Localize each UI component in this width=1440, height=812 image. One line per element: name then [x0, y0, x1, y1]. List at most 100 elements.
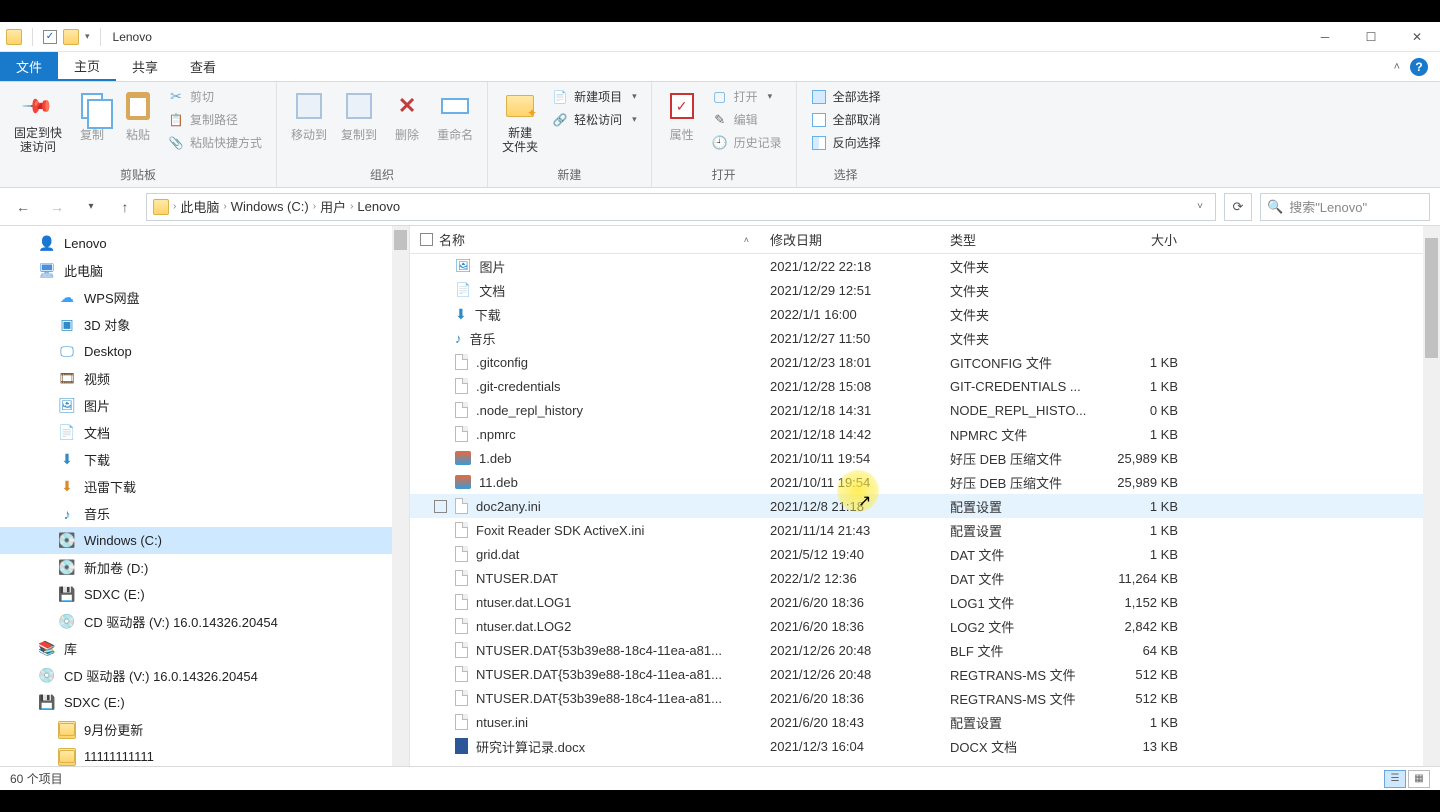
file-row[interactable]: NTUSER.DAT{53b39e88-18c4-11ea-a81...2021…: [410, 638, 1440, 662]
file-row[interactable]: ntuser.dat.LOG12021/6/20 18:36LOG1 文件1,1…: [410, 590, 1440, 614]
tab-home[interactable]: 主页: [58, 52, 116, 81]
tree-item[interactable]: ♪音乐: [0, 500, 409, 527]
file-row[interactable]: .gitconfig2021/12/23 18:01GITCONFIG 文件1 …: [410, 350, 1440, 374]
details-view-button[interactable]: ☰: [1384, 770, 1406, 788]
tab-file[interactable]: 文件: [0, 52, 58, 81]
tree-item[interactable]: 9月份更新: [0, 716, 409, 743]
copyto-button[interactable]: 复制到: [335, 86, 383, 147]
collapse-ribbon-icon[interactable]: ˄: [1394, 61, 1400, 73]
moveto-button[interactable]: 移动到: [285, 86, 333, 147]
cut-button[interactable]: ✂剪切: [162, 86, 268, 107]
up-button[interactable]: ↑: [112, 194, 138, 220]
minimize-button[interactable]: ─: [1302, 22, 1348, 52]
file-row[interactable]: Foxit Reader SDK ActiveX.ini2021/11/14 2…: [410, 518, 1440, 542]
delete-button[interactable]: ✕删除: [385, 86, 429, 147]
file-row[interactable]: doc2any.ini2021/12/8 21:18配置设置1 KB: [410, 494, 1440, 518]
edit-button[interactable]: ✎编辑: [706, 109, 788, 130]
tree-item[interactable]: 📄文档: [0, 419, 409, 446]
scrollbar[interactable]: [1423, 226, 1440, 766]
breadcrumb[interactable]: Windows (C:)›: [231, 199, 316, 214]
forward-button[interactable]: →: [44, 194, 70, 220]
selectnone-button[interactable]: 全部取消: [805, 109, 887, 130]
open-button[interactable]: ▢打开: [706, 86, 788, 107]
copy-button[interactable]: 复制: [70, 86, 114, 147]
invertsel-button[interactable]: 反向选择: [805, 132, 887, 153]
breadcrumb[interactable]: Lenovo: [357, 199, 400, 214]
selectall-button[interactable]: 全部选择: [805, 86, 887, 107]
qat-checkbox[interactable]: ✓: [43, 30, 57, 44]
breadcrumb[interactable]: 用户›: [320, 197, 353, 216]
file-row[interactable]: NTUSER.DAT2022/1/2 12:36DAT 文件11,264 KB: [410, 566, 1440, 590]
tree-item[interactable]: ⬇下载: [0, 446, 409, 473]
file-row[interactable]: 11.deb2021/10/11 19:54好压 DEB 压缩文件25,989 …: [410, 470, 1440, 494]
recent-button[interactable]: ▾: [78, 194, 104, 220]
row-checkbox[interactable]: [434, 500, 447, 513]
tree-item[interactable]: 🖥此电脑: [0, 257, 409, 284]
file-row[interactable]: 1.deb2021/10/11 19:54好压 DEB 压缩文件25,989 K…: [410, 446, 1440, 470]
search-icon: 🔍: [1267, 199, 1283, 215]
tree-item[interactable]: 🎞视频: [0, 365, 409, 392]
tree-item[interactable]: 💾SDXC (E:): [0, 689, 409, 716]
tree-item[interactable]: 11111111111: [0, 743, 409, 766]
file-row[interactable]: ntuser.dat.LOG22021/6/20 18:36LOG2 文件2,8…: [410, 614, 1440, 638]
tree-item[interactable]: 💽新加卷 (D:): [0, 554, 409, 581]
pasteshortcut-button[interactable]: 📎粘贴快捷方式: [162, 132, 268, 153]
file-row[interactable]: 🖼图片2021/12/22 22:18文件夹: [410, 254, 1440, 278]
navigation-tree[interactable]: 👤Lenovo🖥此电脑☁WPS网盘▣3D 对象🖵Desktop🎞视频🖼图片📄文档…: [0, 226, 410, 766]
file-row[interactable]: 研究计算记录.docx2021/12/3 16:04DOCX 文档13 KB: [410, 734, 1440, 758]
file-row[interactable]: .npmrc2021/12/18 14:42NPMRC 文件1 KB: [410, 422, 1440, 446]
rename-button[interactable]: 重命名: [431, 86, 479, 147]
search-box[interactable]: 🔍 搜索"Lenovo": [1260, 193, 1430, 221]
file-row[interactable]: .node_repl_history2021/12/18 14:31NODE_R…: [410, 398, 1440, 422]
header-checkbox[interactable]: [420, 233, 433, 246]
close-button[interactable]: ✕: [1394, 22, 1440, 52]
help-icon[interactable]: ?: [1410, 58, 1428, 76]
column-size[interactable]: 大小: [1090, 226, 1188, 253]
file-row[interactable]: grid.dat2021/5/12 19:40DAT 文件1 KB: [410, 542, 1440, 566]
file-row[interactable]: 📄文档2021/12/29 12:51文件夹: [410, 278, 1440, 302]
column-date[interactable]: 修改日期: [760, 226, 940, 253]
column-name[interactable]: 名称˄: [410, 226, 760, 253]
tree-item[interactable]: 👤Lenovo: [0, 230, 409, 257]
file-row[interactable]: ntuser.ini2021/6/20 18:43配置设置1 KB: [410, 710, 1440, 734]
tree-item[interactable]: 📚库: [0, 635, 409, 662]
back-button[interactable]: ←: [10, 194, 36, 220]
tree-item[interactable]: 💽Windows (C:): [0, 527, 409, 554]
icons-view-button[interactable]: ▦: [1408, 770, 1430, 788]
history-button[interactable]: 🕘历史记录: [706, 132, 788, 153]
tree-item[interactable]: 💿CD 驱动器 (V:) 16.0.14326.20454: [0, 608, 409, 635]
address-dropdown-icon[interactable]: ˅: [1191, 201, 1209, 212]
tree-item[interactable]: 💿CD 驱动器 (V:) 16.0.14326.20454: [0, 662, 409, 689]
pin-quickaccess-button[interactable]: 📌 固定到快 速访问: [8, 86, 68, 159]
file-row[interactable]: NTUSER.DAT{53b39e88-18c4-11ea-a81...2021…: [410, 662, 1440, 686]
dl-icon: ⬇: [58, 451, 76, 469]
breadcrumb[interactable]: 此电脑›: [180, 197, 226, 216]
paste-button[interactable]: 粘贴: [116, 86, 160, 147]
properties-button[interactable]: 属性: [660, 86, 704, 147]
easyaccess-button[interactable]: 🔗轻松访问: [546, 109, 643, 130]
tree-item[interactable]: ▣3D 对象: [0, 311, 409, 338]
file-row[interactable]: NTUSER.DAT{53b39e88-18c4-11ea-a81...2021…: [410, 686, 1440, 710]
tree-item[interactable]: 🖵Desktop: [0, 338, 409, 365]
file-row[interactable]: .git-credentials2021/12/28 15:08GIT-CRED…: [410, 374, 1440, 398]
tree-item[interactable]: ⬇迅雷下载: [0, 473, 409, 500]
file-row[interactable]: ♪音乐2021/12/27 11:50文件夹: [410, 326, 1440, 350]
address-bar[interactable]: › 此电脑› Windows (C:)› 用户› Lenovo ˅: [146, 193, 1216, 221]
maximize-button[interactable]: ☐: [1348, 22, 1394, 52]
scrollbar-thumb[interactable]: [1425, 238, 1438, 358]
tab-share[interactable]: 共享: [116, 52, 174, 81]
tab-view[interactable]: 查看: [174, 52, 232, 81]
tree-item[interactable]: 🖼图片: [0, 392, 409, 419]
tree-item[interactable]: ☁WPS网盘: [0, 284, 409, 311]
tree-item[interactable]: 💾SDXC (E:): [0, 581, 409, 608]
file-size: 1 KB: [1090, 355, 1188, 370]
scrollbar-thumb[interactable]: [394, 230, 407, 250]
column-type[interactable]: 类型: [940, 226, 1090, 253]
newfolder-button[interactable]: 新建 文件夹: [496, 86, 544, 159]
newitem-button[interactable]: 📄新建项目: [546, 86, 643, 107]
copypath-button[interactable]: 📋复制路径: [162, 109, 268, 130]
qat-dropdown-icon[interactable]: ▾: [85, 31, 90, 42]
file-row[interactable]: ⬇下载2022/1/1 16:00文件夹: [410, 302, 1440, 326]
chevron-icon[interactable]: ›: [173, 201, 176, 212]
refresh-button[interactable]: ⟳: [1224, 193, 1252, 221]
